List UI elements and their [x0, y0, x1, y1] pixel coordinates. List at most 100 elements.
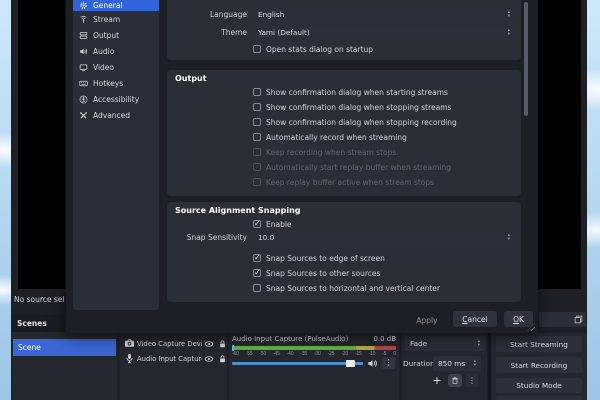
snap-sensitivity-value: 10.0 [258, 233, 275, 242]
start-recording-button[interactable]: Start Recording [496, 357, 582, 373]
checkbox [253, 178, 261, 186]
output-checkbox-row[interactable]: Show confirmation dialog when stopping s… [253, 102, 451, 112]
transition-value: Fade [410, 339, 428, 348]
checkbox-label: Automatically record when streaming [266, 132, 407, 142]
start-streaming-button[interactable]: Start Streaming [496, 336, 582, 352]
open-stats-checkbox-row[interactable]: Open stats dialog on startup [253, 44, 373, 54]
mixer-source-name: Audio Input Capture (PulseAudio) [232, 335, 349, 343]
snapping-enable-row[interactable]: Enable [253, 219, 292, 229]
checkbox[interactable] [253, 118, 261, 126]
duration-value: 850 ms [438, 359, 466, 368]
snap-sensitivity-label: Snap Sensitivity [186, 233, 247, 242]
visibility-eye-icon[interactable] [204, 339, 214, 349]
output-group: Output Show confirmation dialog when sta… [167, 70, 521, 196]
checkbox-label: Keep replay buffer active when stream st… [266, 177, 435, 187]
source-name: Audio Input Capture ( [137, 354, 202, 363]
spinner-arrows-icon[interactable] [508, 234, 510, 242]
visibility-eye-icon[interactable] [204, 354, 214, 364]
checkbox[interactable] [253, 284, 261, 292]
mixer-db-value: 0.0 dB [373, 335, 396, 343]
source-row[interactable]: Audio Input Capture ( [120, 351, 227, 366]
checkbox-label: Show confirmation dialog when stopping s… [266, 102, 452, 112]
sidebar-item-audio[interactable]: Audio [73, 43, 159, 59]
checkbox[interactable] [253, 88, 261, 96]
accessibility-person-icon [79, 95, 88, 103]
snapping-group: Source Alignment Snapping Enable Snap Se… [167, 202, 521, 302]
speaker-icon[interactable] [367, 358, 378, 369]
source-row[interactable]: Video Capture Device [120, 336, 227, 351]
desktop: No source selected Scenes Scene Video Ca… [0, 0, 600, 400]
language-select[interactable]: English [253, 8, 515, 21]
output-checkbox-row[interactable]: Automatically record when streaming [253, 132, 407, 142]
checkbox[interactable] [253, 133, 261, 141]
checkbox-label: Open stats dialog on startup [266, 44, 374, 54]
checkbox[interactable] [253, 268, 261, 277]
snapping-checkbox-row[interactable]: Snap Sources to horizontal and vertical … [253, 283, 440, 293]
studio-mode-button[interactable]: Studio Mode [496, 378, 582, 393]
add-transition-button[interactable]: + [431, 374, 443, 387]
lock-icon[interactable] [218, 339, 227, 349]
theme-value: Yami (Default) [258, 28, 310, 37]
settings-sidebar: General Stream Output Audio Video Hotkey… [73, 0, 159, 310]
sidebar-item-general[interactable]: General [73, 0, 159, 11]
theme-label: Theme [221, 28, 247, 37]
sidebar-item-stream[interactable]: Stream [73, 11, 159, 27]
volume-meter [232, 345, 396, 351]
output-checkbox-row[interactable]: Show confirmation dialog when starting s… [253, 87, 448, 97]
checkbox[interactable] [253, 103, 261, 111]
mixer-menu-kebab-button[interactable]: ⋮ [382, 357, 395, 369]
sidebar-item-output[interactable]: Output [73, 27, 159, 43]
dock-header-strip[interactable] [539, 312, 586, 327]
spinner-arrows-icon[interactable] [474, 360, 476, 368]
float-icon[interactable] [574, 315, 583, 324]
checkbox-label: Show confirmation dialog when stopping r… [266, 117, 457, 127]
checkbox[interactable] [253, 253, 261, 262]
tools-icon [80, 111, 87, 118]
microphone-icon [126, 353, 133, 363]
checkbox[interactable] [253, 45, 261, 53]
camera-icon [124, 339, 135, 347]
duration-spinbox[interactable]: 850 ms [433, 356, 481, 371]
transition-menu-kebab-button[interactable]: ⋮ [466, 374, 478, 387]
ok-button[interactable]: OK [504, 311, 533, 327]
checkbox[interactable] [253, 219, 261, 228]
settings-button[interactable]: Settings [496, 396, 582, 400]
checkbox [253, 163, 261, 171]
sidebar-item-label: Stream [93, 14, 121, 24]
settings-scrollbar[interactable] [524, 2, 528, 116]
lock-icon[interactable] [218, 354, 227, 364]
spinner-arrows-icon[interactable] [478, 340, 480, 348]
snapping-checkbox-row[interactable]: Snap Sources to other sources [253, 268, 380, 278]
output-checkbox-row[interactable]: Show confirmation dialog when stopping r… [253, 117, 457, 127]
snap-sensitivity-spinbox[interactable]: 10.0 [253, 231, 515, 244]
output-checkbox-row: Keep recording when stream stops [253, 147, 396, 157]
scene-list-item[interactable]: Scene [13, 339, 116, 356]
sidebar-item-accessibility[interactable]: Accessibility [73, 91, 159, 107]
monitor-icon [79, 64, 88, 71]
language-value: English [258, 10, 285, 19]
source-name: Video Capture Device [137, 339, 202, 348]
broadcast-icon [80, 15, 87, 23]
sidebar-item-hotkeys[interactable]: Hotkeys [73, 75, 159, 91]
scene-transitions-dock: Fade Duration 850 ms + ⋮ [402, 333, 487, 400]
transition-select[interactable]: Fade [405, 336, 485, 351]
checkbox-label: Automatically start replay buffer when s… [266, 162, 451, 172]
sidebar-item-video[interactable]: Video [73, 59, 159, 75]
remove-transition-button[interactable] [448, 374, 462, 387]
audio-mixer-dock: Audio Input Capture (PulseAudio) 0.0 dB … [229, 333, 399, 400]
sidebar-item-advanced[interactable]: Advanced [73, 107, 159, 123]
keyboard-icon [79, 80, 88, 86]
apply-button[interactable]: Apply [411, 314, 443, 328]
language-label: Language [209, 10, 247, 19]
cancel-button[interactable]: Cancel [453, 311, 497, 327]
snapping-checkbox-row[interactable]: Snap Sources to edge of screen [253, 253, 385, 263]
snapping-group-title: Source Alignment Snapping [175, 206, 301, 215]
theme-select[interactable]: Yami (Default) [253, 26, 515, 39]
spinner-arrows-icon[interactable] [508, 29, 510, 37]
sources-dock: Video Capture Device Audio Input Capture… [120, 333, 227, 400]
sidebar-item-label: Output [93, 30, 120, 40]
volume-slider-handle[interactable] [346, 360, 355, 367]
spinner-arrows-icon[interactable] [508, 11, 510, 19]
duration-label: Duration [403, 359, 435, 368]
volume-slider-track[interactable] [232, 362, 363, 365]
